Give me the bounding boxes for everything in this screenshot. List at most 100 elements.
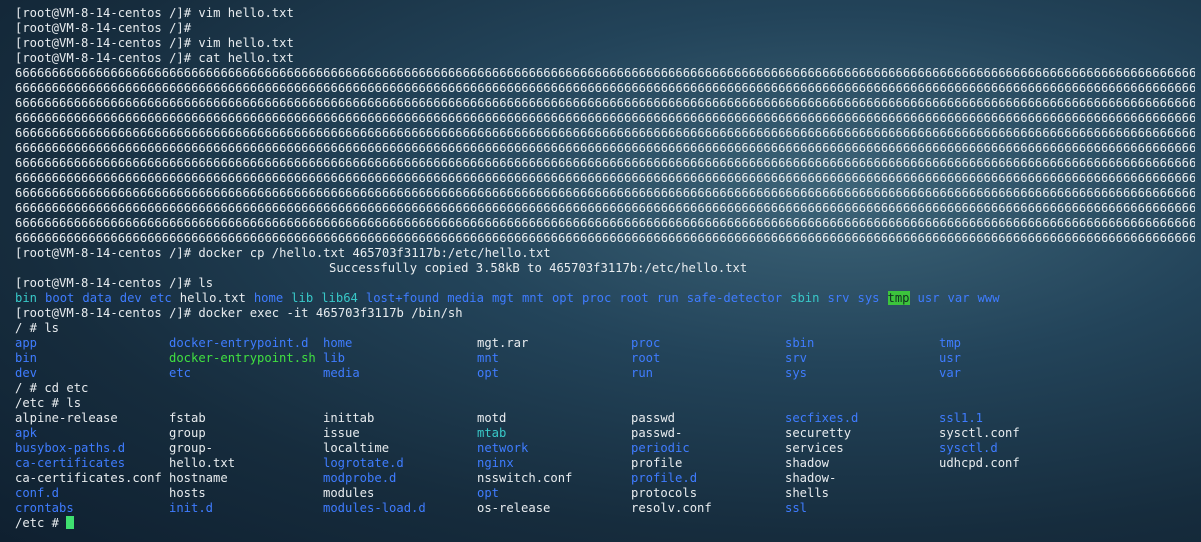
copy-result-line: Successfully copied 3.58kB to 465703f311… xyxy=(329,261,748,275)
ls-entry: lost+found xyxy=(365,291,440,305)
ls-entry: profile xyxy=(631,456,683,470)
ls-entry: sys xyxy=(785,366,808,380)
terminal-line: [root@VM-8-14-centos /]# docker cp /hell… xyxy=(15,246,551,260)
listing-row: apk group issue mtab passwd-securetty sysctl.… xyxy=(15,426,1195,441)
terminal-line: [root@VM-8-14-centos /]# ls xyxy=(15,276,214,290)
ls-entry: lib64 xyxy=(321,291,358,305)
file-content-line: 6666666666666666666666666666666666666666… xyxy=(15,201,1195,215)
ls-entry: dev xyxy=(119,291,142,305)
ls-entry: os-release xyxy=(477,501,551,515)
listing-row: ca-certificates.conf hostname modprobe.d ns… xyxy=(15,471,1195,486)
ls-entry: shadow xyxy=(785,456,830,470)
file-content-line: 6666666666666666666666666666666666666666… xyxy=(15,66,1195,80)
host-ls-output: bin boot data dev etc hello.txt home lib lib64 lo… xyxy=(15,291,1195,306)
ls-entry: ca-certificates.conf xyxy=(15,471,162,485)
ls-entry: srv xyxy=(785,351,808,365)
ls-entry: nsswitch.conf xyxy=(477,471,573,485)
ls-entry: ssl1.1 xyxy=(939,411,984,425)
ls-entry: run xyxy=(631,366,654,380)
listing-row: crontabs init.d modules-load.d os-release re… xyxy=(15,501,1195,516)
ls-entry: docker-entrypoint.d xyxy=(169,336,309,350)
terminal-window[interactable]: [root@VM-8-14-centos /]# vim hello.txt [… xyxy=(15,6,1195,538)
ls-entry: hello.txt xyxy=(179,291,246,305)
ls-entry: sys xyxy=(857,291,880,305)
ls-entry: alpine-release xyxy=(15,411,118,425)
ls-entry: usr xyxy=(917,291,940,305)
ls-entry: shadow- xyxy=(785,471,837,485)
ls-entry: app xyxy=(15,336,38,350)
ls-entry: data xyxy=(82,291,112,305)
ls-entry: localtime xyxy=(323,441,390,455)
ls-entry: bin xyxy=(15,291,38,305)
terminal-line: [root@VM-8-14-centos /]# docker exec -it… xyxy=(15,306,463,320)
listing-row: alpine-release fstab inittab motd passwd secf… xyxy=(15,411,1195,426)
ls-entry xyxy=(939,501,1093,516)
ls-entry: tmp xyxy=(939,336,962,350)
cursor-block xyxy=(66,516,75,529)
ls-entry: opt xyxy=(551,291,574,305)
ls-entry: proc xyxy=(581,291,612,305)
ls-entry: modules-load.d xyxy=(323,501,426,515)
file-content-line: 6666666666666666666666666666666666666666… xyxy=(15,81,1195,95)
ls-entry: etc xyxy=(169,366,192,380)
ls-entry: safe-detector xyxy=(686,291,783,305)
ls-entry: issue xyxy=(323,426,360,440)
ls-entry: opt xyxy=(477,486,500,500)
ls-entry: network xyxy=(477,441,529,455)
ls-entry: group xyxy=(169,426,206,440)
ls-entry: hostname xyxy=(169,471,228,485)
ls-entry: hello.txt xyxy=(169,456,236,470)
file-content-line: 6666666666666666666666666666666666666666… xyxy=(15,216,1195,230)
terminal-line: [root@VM-8-14-centos /]# cat hello.txt xyxy=(15,51,294,65)
file-content-line: 6666666666666666666666666666666666666666… xyxy=(15,111,1195,125)
file-content-line: 6666666666666666666666666666666666666666… xyxy=(15,171,1195,185)
ls-entry: tmp xyxy=(887,291,910,305)
ls-entry: periodic xyxy=(631,441,690,455)
ls-entry: conf.d xyxy=(15,486,60,500)
listing-row: app docker-entrypoint.d home mgt.rar proc sbi… xyxy=(15,336,1195,351)
ls-entry: var xyxy=(947,291,970,305)
listing-row: bin docker-entrypoint.sh lib mnt root srv usr xyxy=(15,351,1195,366)
container-root-listing: app docker-entrypoint.d home mgt.rar proc sbi… xyxy=(15,336,1195,381)
ls-entry: shells xyxy=(785,486,830,500)
ls-entry: mnt xyxy=(521,291,544,305)
terminal-line: [root@VM-8-14-centos /]# xyxy=(15,21,192,35)
terminal-line: [root@VM-8-14-centos /]# vim hello.txt xyxy=(15,36,294,50)
ls-entry: modprobe.d xyxy=(323,471,397,485)
ls-entry: mnt xyxy=(477,351,500,365)
prompt-line[interactable]: /etc # xyxy=(15,516,1195,531)
ls-entry: hosts xyxy=(169,486,206,500)
ls-entry: bin xyxy=(15,351,38,365)
ls-entry: sbin xyxy=(785,336,815,350)
ls-entry: ssl xyxy=(785,501,808,515)
ls-entry: opt xyxy=(477,366,500,380)
ls-entry: boot xyxy=(45,291,75,305)
ls-entry: logrotate.d xyxy=(323,456,404,470)
ls-entry: root xyxy=(631,351,661,365)
file-content-line: 6666666666666666666666666666666666666666… xyxy=(15,156,1195,170)
ls-entry: dev xyxy=(15,366,38,380)
ls-entry: sysctl.d xyxy=(939,441,998,455)
ls-entry: home xyxy=(253,291,284,305)
listing-row: dev etc media opt run sys var xyxy=(15,366,1195,381)
ls-entry: sbin xyxy=(790,291,820,305)
ls-entry: ca-certificates xyxy=(15,456,126,470)
ls-entry: docker-entrypoint.sh xyxy=(169,351,316,365)
ls-entry: proc xyxy=(631,336,661,350)
ls-entry: root xyxy=(619,291,649,305)
ls-entry: home xyxy=(323,336,353,350)
ls-entry: mtab xyxy=(477,426,507,440)
ls-entry: var xyxy=(939,366,962,380)
ls-entry: crontabs xyxy=(15,501,74,515)
ls-entry xyxy=(939,486,1093,501)
terminal-line: /etc # ls xyxy=(15,396,82,410)
file-content-line: 6666666666666666666666666666666666666666… xyxy=(15,141,1195,155)
ls-entry: etc xyxy=(149,291,172,305)
ls-entry: services xyxy=(785,441,844,455)
ls-entry: lib xyxy=(291,291,314,305)
etc-listing: alpine-release fstab inittab motd passwd secf… xyxy=(15,411,1195,516)
ls-entry: usr xyxy=(939,351,962,365)
terminal-line: [root@VM-8-14-centos /]# vim hello.txt xyxy=(15,6,294,20)
ls-entry: media xyxy=(447,291,484,305)
listing-row: ca-certificates hello.txt logrotate.d nginx… xyxy=(15,456,1195,471)
